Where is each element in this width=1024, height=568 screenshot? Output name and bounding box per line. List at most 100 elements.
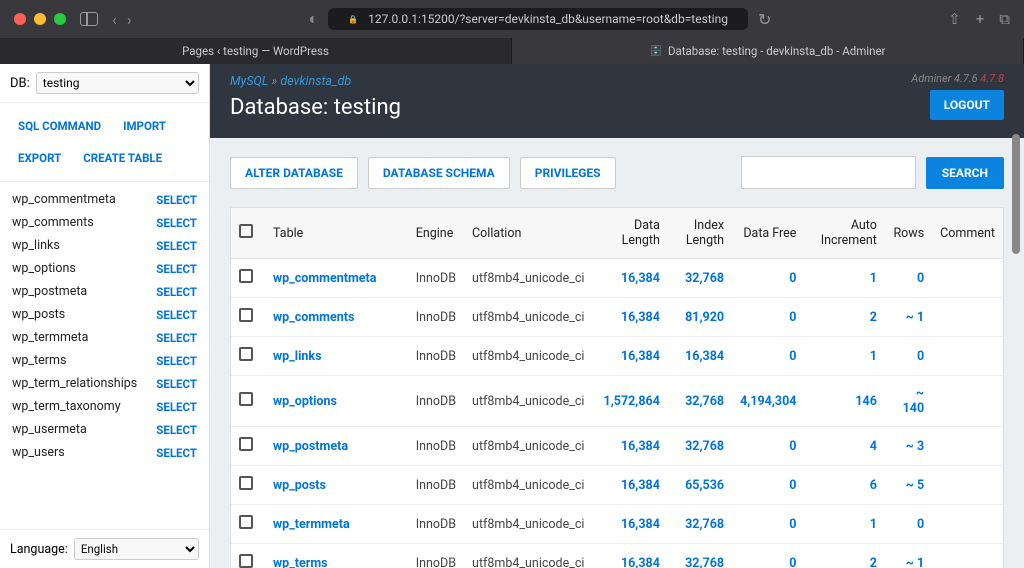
sidebar-table-name[interactable]: wp_users [12, 445, 65, 460]
cell-index-length[interactable]: 32,768 [668, 376, 732, 427]
col-table[interactable]: Table [265, 208, 408, 259]
cell-rows[interactable]: ~ 1 [885, 298, 932, 337]
privileges-button[interactable]: PRIVILEGES [520, 157, 616, 189]
cell-rows[interactable]: 0 [885, 505, 932, 544]
cell-data-length[interactable]: 1,572,864 [592, 376, 667, 427]
search-input[interactable] [741, 156, 916, 189]
cell-auto-increment[interactable]: 1 [804, 337, 884, 376]
breadcrumb-mysql[interactable]: MySQL [230, 74, 268, 89]
import-link[interactable]: IMPORT [115, 113, 174, 139]
tab-wordpress[interactable]: Pages ‹ testing — WordPress [0, 38, 512, 64]
sidebar-table-name[interactable]: wp_comments [12, 215, 94, 230]
sidebar-table-name[interactable]: wp_options [12, 261, 76, 276]
row-checkbox[interactable] [239, 269, 253, 283]
sidebar-table-name[interactable]: wp_term_relationships [12, 376, 137, 391]
sidebar-select-link[interactable]: SELECT [156, 216, 197, 230]
cell-data-free[interactable]: 0 [732, 505, 804, 544]
cell-index-length[interactable]: 32,768 [668, 544, 732, 568]
cell-rows[interactable]: ~ 5 [885, 466, 932, 505]
cell-rows[interactable]: 0 [885, 337, 932, 376]
cell-auto-increment[interactable]: 1 [804, 259, 884, 298]
cell-auto-increment[interactable]: 4 [804, 427, 884, 466]
sidebar-select-link[interactable]: SELECT [156, 331, 197, 345]
sidebar-toggle-icon[interactable] [80, 12, 98, 26]
cell-data-length[interactable]: 16,384 [592, 298, 667, 337]
privacy-shield-icon[interactable]: ◐ [308, 9, 318, 29]
sidebar-select-link[interactable]: SELECT [156, 285, 197, 299]
row-checkbox[interactable] [239, 392, 253, 406]
cell-data-free[interactable]: 0 [732, 298, 804, 337]
table-name-link[interactable]: wp_links [265, 337, 408, 376]
sidebar-select-link[interactable]: SELECT [156, 308, 197, 322]
col-index-length[interactable]: Index Length [668, 208, 732, 259]
sidebar-select-link[interactable]: SELECT [156, 262, 197, 276]
tabs-overview-icon[interactable]: ⧉ [999, 10, 1010, 28]
logout-button[interactable]: LOGOUT [930, 90, 1004, 120]
sidebar-table-name[interactable]: wp_usermeta [12, 422, 87, 437]
cell-data-free[interactable]: 0 [732, 337, 804, 376]
tab-adminer[interactable]: 🗄️ Database: testing - devkinsta_db - Ad… [512, 38, 1024, 64]
back-icon[interactable]: ‹ [112, 10, 117, 29]
row-checkbox[interactable] [239, 308, 253, 322]
address-bar[interactable]: 🔒 127.0.0.1:15200/?server=devkinsta_db&u… [328, 8, 748, 30]
col-engine[interactable]: Engine [408, 208, 464, 259]
sidebar-table-name[interactable]: wp_terms [12, 353, 66, 368]
cell-index-length[interactable]: 32,768 [668, 427, 732, 466]
export-link[interactable]: EXPORT [10, 145, 69, 171]
language-select[interactable]: English [74, 538, 199, 560]
alter-database-button[interactable]: ALTER DATABASE [230, 157, 358, 189]
cell-data-free[interactable]: 0 [732, 466, 804, 505]
sidebar-table-name[interactable]: wp_links [12, 238, 60, 253]
cell-index-length[interactable]: 32,768 [668, 259, 732, 298]
cell-data-length[interactable]: 16,384 [592, 466, 667, 505]
sidebar-select-link[interactable]: SELECT [156, 193, 197, 207]
db-select[interactable]: testing [36, 72, 199, 94]
col-comment[interactable]: Comment [932, 208, 1003, 259]
maximize-window-icon[interactable] [54, 13, 66, 25]
cell-data-length[interactable]: 16,384 [592, 427, 667, 466]
sidebar-table-name[interactable]: wp_posts [12, 307, 65, 322]
cell-index-length[interactable]: 81,920 [668, 298, 732, 337]
cell-rows[interactable]: ~ 1 [885, 544, 932, 568]
cell-auto-increment[interactable]: 2 [804, 298, 884, 337]
sidebar-table-name[interactable]: wp_commentmeta [12, 192, 116, 207]
breadcrumb-server[interactable]: devkinsta_db [272, 74, 352, 89]
table-name-link[interactable]: wp_options [265, 376, 408, 427]
table-name-link[interactable]: wp_comments [265, 298, 408, 337]
scrollbar[interactable] [1012, 134, 1020, 254]
new-tab-icon[interactable]: + [976, 10, 985, 28]
sidebar-table-name[interactable]: wp_term_taxonomy [12, 399, 121, 414]
col-data-free[interactable]: Data Free [732, 208, 804, 259]
cell-auto-increment[interactable]: 146 [804, 376, 884, 427]
row-checkbox[interactable] [239, 437, 253, 451]
cell-index-length[interactable]: 16,384 [668, 337, 732, 376]
cell-data-free[interactable]: 0 [732, 544, 804, 568]
cell-auto-increment[interactable]: 2 [804, 544, 884, 568]
table-name-link[interactable]: wp_commentmeta [265, 259, 408, 298]
cell-data-length[interactable]: 16,384 [592, 505, 667, 544]
sidebar-select-link[interactable]: SELECT [156, 239, 197, 253]
col-rows[interactable]: Rows [885, 208, 932, 259]
sidebar-select-link[interactable]: SELECT [156, 377, 197, 391]
row-checkbox[interactable] [239, 347, 253, 361]
cell-data-length[interactable]: 16,384 [592, 259, 667, 298]
sql-command-link[interactable]: SQL COMMAND [10, 113, 109, 139]
sidebar-select-link[interactable]: SELECT [156, 354, 197, 368]
col-collation[interactable]: Collation [464, 208, 592, 259]
cell-index-length[interactable]: 32,768 [668, 505, 732, 544]
sidebar-select-link[interactable]: SELECT [156, 446, 197, 460]
create-table-link[interactable]: CREATE TABLE [75, 145, 170, 171]
cell-index-length[interactable]: 65,536 [668, 466, 732, 505]
forward-icon[interactable]: › [127, 10, 132, 29]
close-window-icon[interactable] [14, 13, 26, 25]
cell-rows[interactable]: 0 [885, 259, 932, 298]
row-checkbox[interactable] [239, 515, 253, 529]
search-button[interactable]: SEARCH [926, 157, 1004, 189]
share-icon[interactable]: ⇧ [948, 10, 961, 28]
cell-rows[interactable]: ~ 3 [885, 427, 932, 466]
sidebar-table-name[interactable]: wp_termmeta [12, 330, 88, 345]
cell-data-free[interactable]: 0 [732, 427, 804, 466]
cell-auto-increment[interactable]: 6 [804, 466, 884, 505]
reload-icon[interactable]: ↻ [758, 10, 771, 29]
col-data-length[interactable]: Data Length [592, 208, 667, 259]
